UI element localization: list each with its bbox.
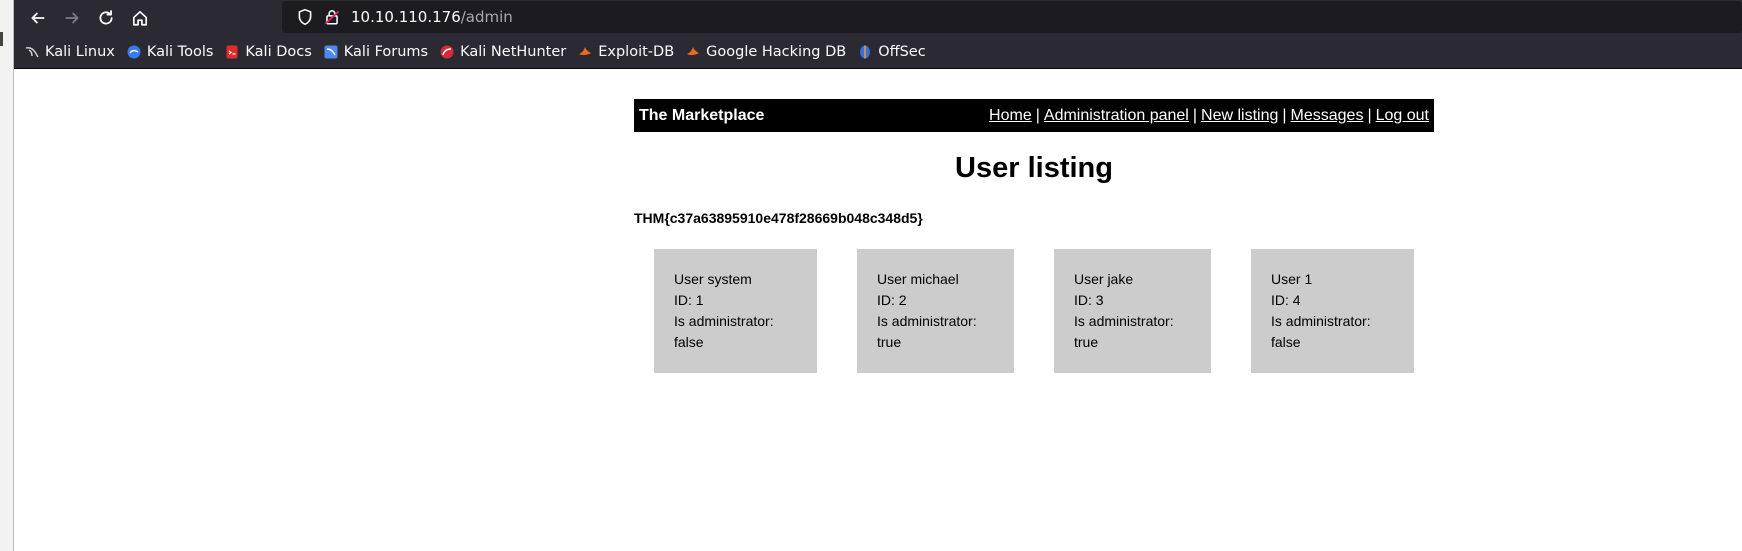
nav-link-messages[interactable]: Messages (1291, 107, 1364, 124)
user-id: ID: 1 (674, 292, 704, 308)
admin-value: true (877, 334, 902, 350)
kali-nethunter-icon (439, 44, 455, 60)
address-bar[interactable]: 10.10.110.176/admin (282, 1, 1742, 33)
shield-icon[interactable] (296, 8, 314, 26)
bookmarks-toolbar: Kali Linux Kali Tools Kali Docs Kali For… (14, 36, 1742, 69)
home-icon (132, 10, 148, 26)
bookmark-label: Exploit-DB (598, 44, 675, 60)
user-card: User jake ID: 3 Is administrator: true (1054, 249, 1211, 373)
arrow-right-icon (65, 12, 79, 24)
url-text[interactable]: 10.10.110.176/admin (351, 8, 513, 26)
bookmark-kali-nethunter[interactable]: Kali NetHunter (439, 44, 566, 60)
bookmark-exploit-db[interactable]: Exploit-DB (577, 44, 674, 60)
user-id: ID: 3 (1074, 292, 1104, 308)
reload-icon (99, 10, 113, 25)
user-name: User jake (1074, 271, 1134, 287)
bookmark-label: Kali Linux (45, 44, 115, 60)
bookmark-label: Kali Docs (245, 44, 312, 60)
user-name: User system (674, 271, 752, 287)
site-header: The Marketplace Home | Administration pane… (634, 99, 1434, 132)
exploit-db-icon (577, 44, 593, 60)
page-content: The Marketplace Home | Administration pane… (14, 69, 1742, 551)
arrow-left-icon (31, 12, 45, 24)
nav-link-new-listing[interactable]: New listing (1201, 107, 1278, 124)
ghdb-icon (685, 44, 701, 60)
admin-label: Is administrator: (877, 313, 977, 329)
admin-label: Is administrator: (1074, 313, 1174, 329)
site-nav: Home | Administration panel | New listing | Me… (989, 107, 1429, 125)
bookmark-label: Kali Tools (146, 44, 214, 60)
nav-link-home[interactable]: Home (989, 107, 1032, 124)
admin-label: Is administrator: (674, 313, 774, 329)
user-card: User system ID: 1 Is administrator: fals… (654, 249, 817, 373)
user-card: User michael ID: 2 Is administrator: tru… (857, 249, 1014, 373)
admin-value: false (1271, 334, 1301, 350)
nav-separator: | (1282, 106, 1287, 124)
kali-tools-icon (126, 44, 142, 60)
bookmark-kali-tools[interactable]: Kali Tools (126, 44, 214, 60)
bookmark-kali-linux[interactable]: Kali Linux (24, 44, 115, 60)
admin-label: Is administrator: (1271, 313, 1371, 329)
user-id: ID: 2 (877, 292, 907, 308)
kali-forums-icon (323, 44, 339, 60)
kali-docs-icon (224, 44, 240, 60)
bookmark-label: OffSec (878, 44, 926, 60)
nav-link-log-out[interactable]: Log out (1376, 107, 1429, 124)
reload-button[interactable] (89, 1, 123, 35)
nav-separator: | (1035, 106, 1040, 124)
bookmark-label: Kali Forums (343, 44, 429, 60)
bookmark-kali-docs[interactable]: Kali Docs (224, 44, 312, 60)
user-card: User 1 ID: 4 Is administrator: false (1251, 249, 1414, 373)
admin-value: true (1074, 334, 1099, 350)
nav-link-administration-panel[interactable]: Administration panel (1044, 107, 1189, 124)
page-title: User listing (955, 152, 1113, 184)
insecure-lock-icon[interactable] (323, 8, 341, 26)
bookmark-google-hacking-db[interactable]: Google Hacking DB (685, 44, 846, 60)
edge-marker (0, 32, 3, 46)
forward-button[interactable] (55, 1, 89, 35)
bookmark-kali-forums[interactable]: Kali Forums (323, 44, 428, 60)
flag-text: THM{c37a63895910e478f28669b048c348d5} (634, 210, 923, 226)
admin-value: false (674, 334, 704, 350)
bookmark-label: Kali NetHunter (460, 44, 567, 60)
bookmark-offsec[interactable]: OffSec (857, 44, 926, 60)
user-name: User michael (877, 271, 959, 287)
back-button[interactable] (21, 1, 55, 35)
nav-separator: | (1367, 106, 1372, 124)
site-title: The Marketplace (639, 106, 765, 124)
offsec-icon (857, 44, 873, 60)
url-host: 10.10.110.176 (351, 8, 461, 26)
kali-dragon-icon (24, 44, 40, 60)
browser-toolbar: 10.10.110.176/admin (14, 0, 1742, 36)
screen-edge (0, 0, 14, 551)
user-id: ID: 4 (1271, 292, 1301, 308)
home-button[interactable] (123, 1, 157, 35)
url-path: /admin (460, 8, 513, 26)
bookmark-label: Google Hacking DB (706, 44, 847, 60)
nav-separator: | (1192, 106, 1198, 124)
user-name: User 1 (1271, 271, 1313, 287)
